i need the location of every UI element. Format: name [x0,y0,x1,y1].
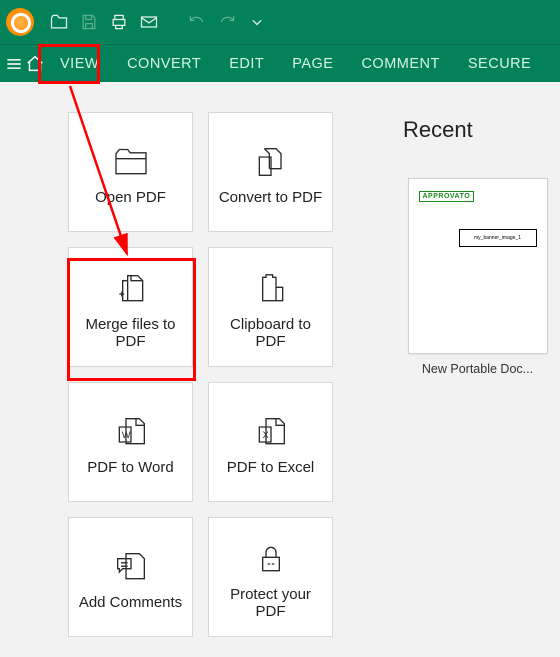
home-button[interactable] [24,45,46,83]
tile-label: Protect your PDF [209,584,332,621]
menu-view-label: VIEW [60,56,99,72]
menu-secure[interactable]: SECURE [454,45,545,82]
recent-doc-caption: New Portable Doc... [403,362,552,376]
menu-edit[interactable]: EDIT [215,45,278,82]
folder-open-icon [111,137,151,187]
tile-label: Add Comments [71,592,190,611]
tile-add-comments[interactable]: Add Comments [68,517,193,637]
comments-icon [111,542,151,592]
recent-panel: Recent APPROVATO my_banner_image_1 New P… [403,112,552,637]
menu-page[interactable]: PAGE [278,45,347,82]
tile-pdf-to-word[interactable]: W PDF to Word [68,382,193,502]
svg-text:X: X [262,430,268,440]
menu-convert-label: CONVERT [127,56,201,72]
tile-convert-to-pdf[interactable]: Convert to PDF [208,112,333,232]
merge-files-icon [111,264,151,314]
app-logo-icon [6,8,34,36]
open-file-icon[interactable] [44,7,74,37]
tile-label: Open PDF [87,187,174,206]
recent-doc-thumbnail[interactable]: APPROVATO my_banner_image_1 [408,178,548,354]
undo-icon [182,7,212,37]
lock-icon [251,534,291,584]
menu-form[interactable]: FORM [545,45,560,82]
menu-edit-label: EDIT [229,56,264,72]
tile-protect-pdf[interactable]: Protect your PDF [208,517,333,637]
tile-label: PDF to Excel [219,457,323,476]
convert-icon [251,137,291,187]
action-tiles-grid: Open PDF Convert to PDF Merge files to P… [68,112,333,637]
menu-comment[interactable]: COMMENT [347,45,453,82]
menu-view[interactable]: VIEW [46,45,113,82]
menu-bar: VIEW CONVERT EDIT PAGE COMMENT SECURE FO… [0,44,560,82]
top-toolbar [0,0,560,44]
mail-icon[interactable] [134,7,164,37]
thumb-field: my_banner_image_1 [459,229,537,247]
tile-clipboard-to-pdf[interactable]: Clipboard to PDF [208,247,333,367]
thumb-field-text: my_banner_image_1 [460,236,536,241]
tile-open-pdf[interactable]: Open PDF [68,112,193,232]
clipboard-icon [251,264,291,314]
save-icon [74,7,104,37]
menu-page-label: PAGE [292,56,333,72]
menu-secure-label: SECURE [468,56,531,72]
pdf-to-excel-icon: X [251,407,291,457]
menu-comment-label: COMMENT [361,56,439,72]
svg-text:W: W [121,430,130,440]
tile-merge-files[interactable]: Merge files to PDF [68,247,193,367]
recent-heading: Recent [403,117,552,143]
menu-convert[interactable]: CONVERT [113,45,215,82]
stamp-label: APPROVATO [419,191,475,202]
print-icon[interactable] [104,7,134,37]
hamburger-menu-icon[interactable] [4,49,24,79]
tile-label: PDF to Word [79,457,181,476]
more-chevron-icon[interactable] [242,7,272,37]
pdf-to-word-icon: W [111,407,151,457]
tile-label: Merge files to PDF [69,314,192,351]
home-content: Open PDF Convert to PDF Merge files to P… [0,82,560,637]
tile-label: Clipboard to PDF [209,314,332,351]
tile-pdf-to-excel[interactable]: X PDF to Excel [208,382,333,502]
redo-icon [212,7,242,37]
tile-label: Convert to PDF [211,187,330,206]
